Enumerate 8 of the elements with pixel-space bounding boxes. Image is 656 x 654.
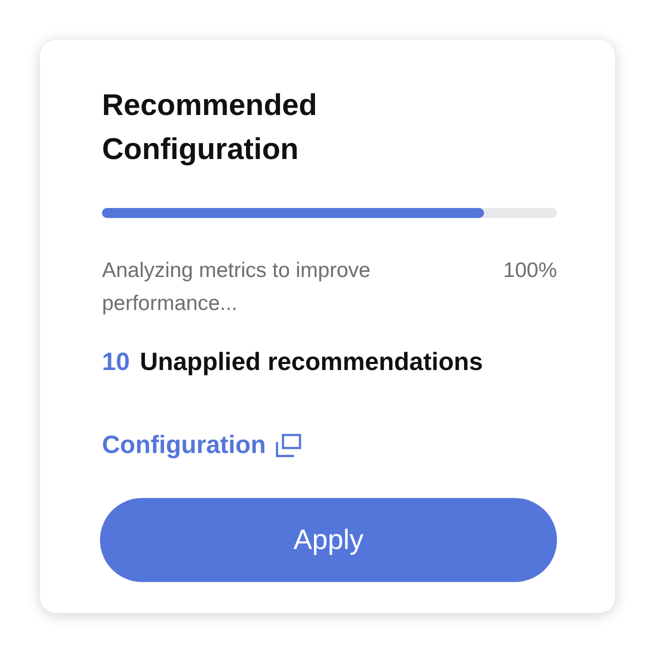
configuration-link[interactable]: Configuration — [102, 431, 302, 460]
recommendation-count: 10 — [102, 348, 130, 377]
status-text: Analyzing metrics to improve performance... — [102, 258, 372, 317]
apply-button[interactable]: Apply — [100, 498, 557, 582]
card-title: Recommended Configuration — [102, 88, 318, 168]
new-window-icon — [274, 432, 302, 458]
percent-text: 100% — [503, 258, 557, 284]
recommendation-label: Unapplied recommendations — [140, 348, 483, 377]
